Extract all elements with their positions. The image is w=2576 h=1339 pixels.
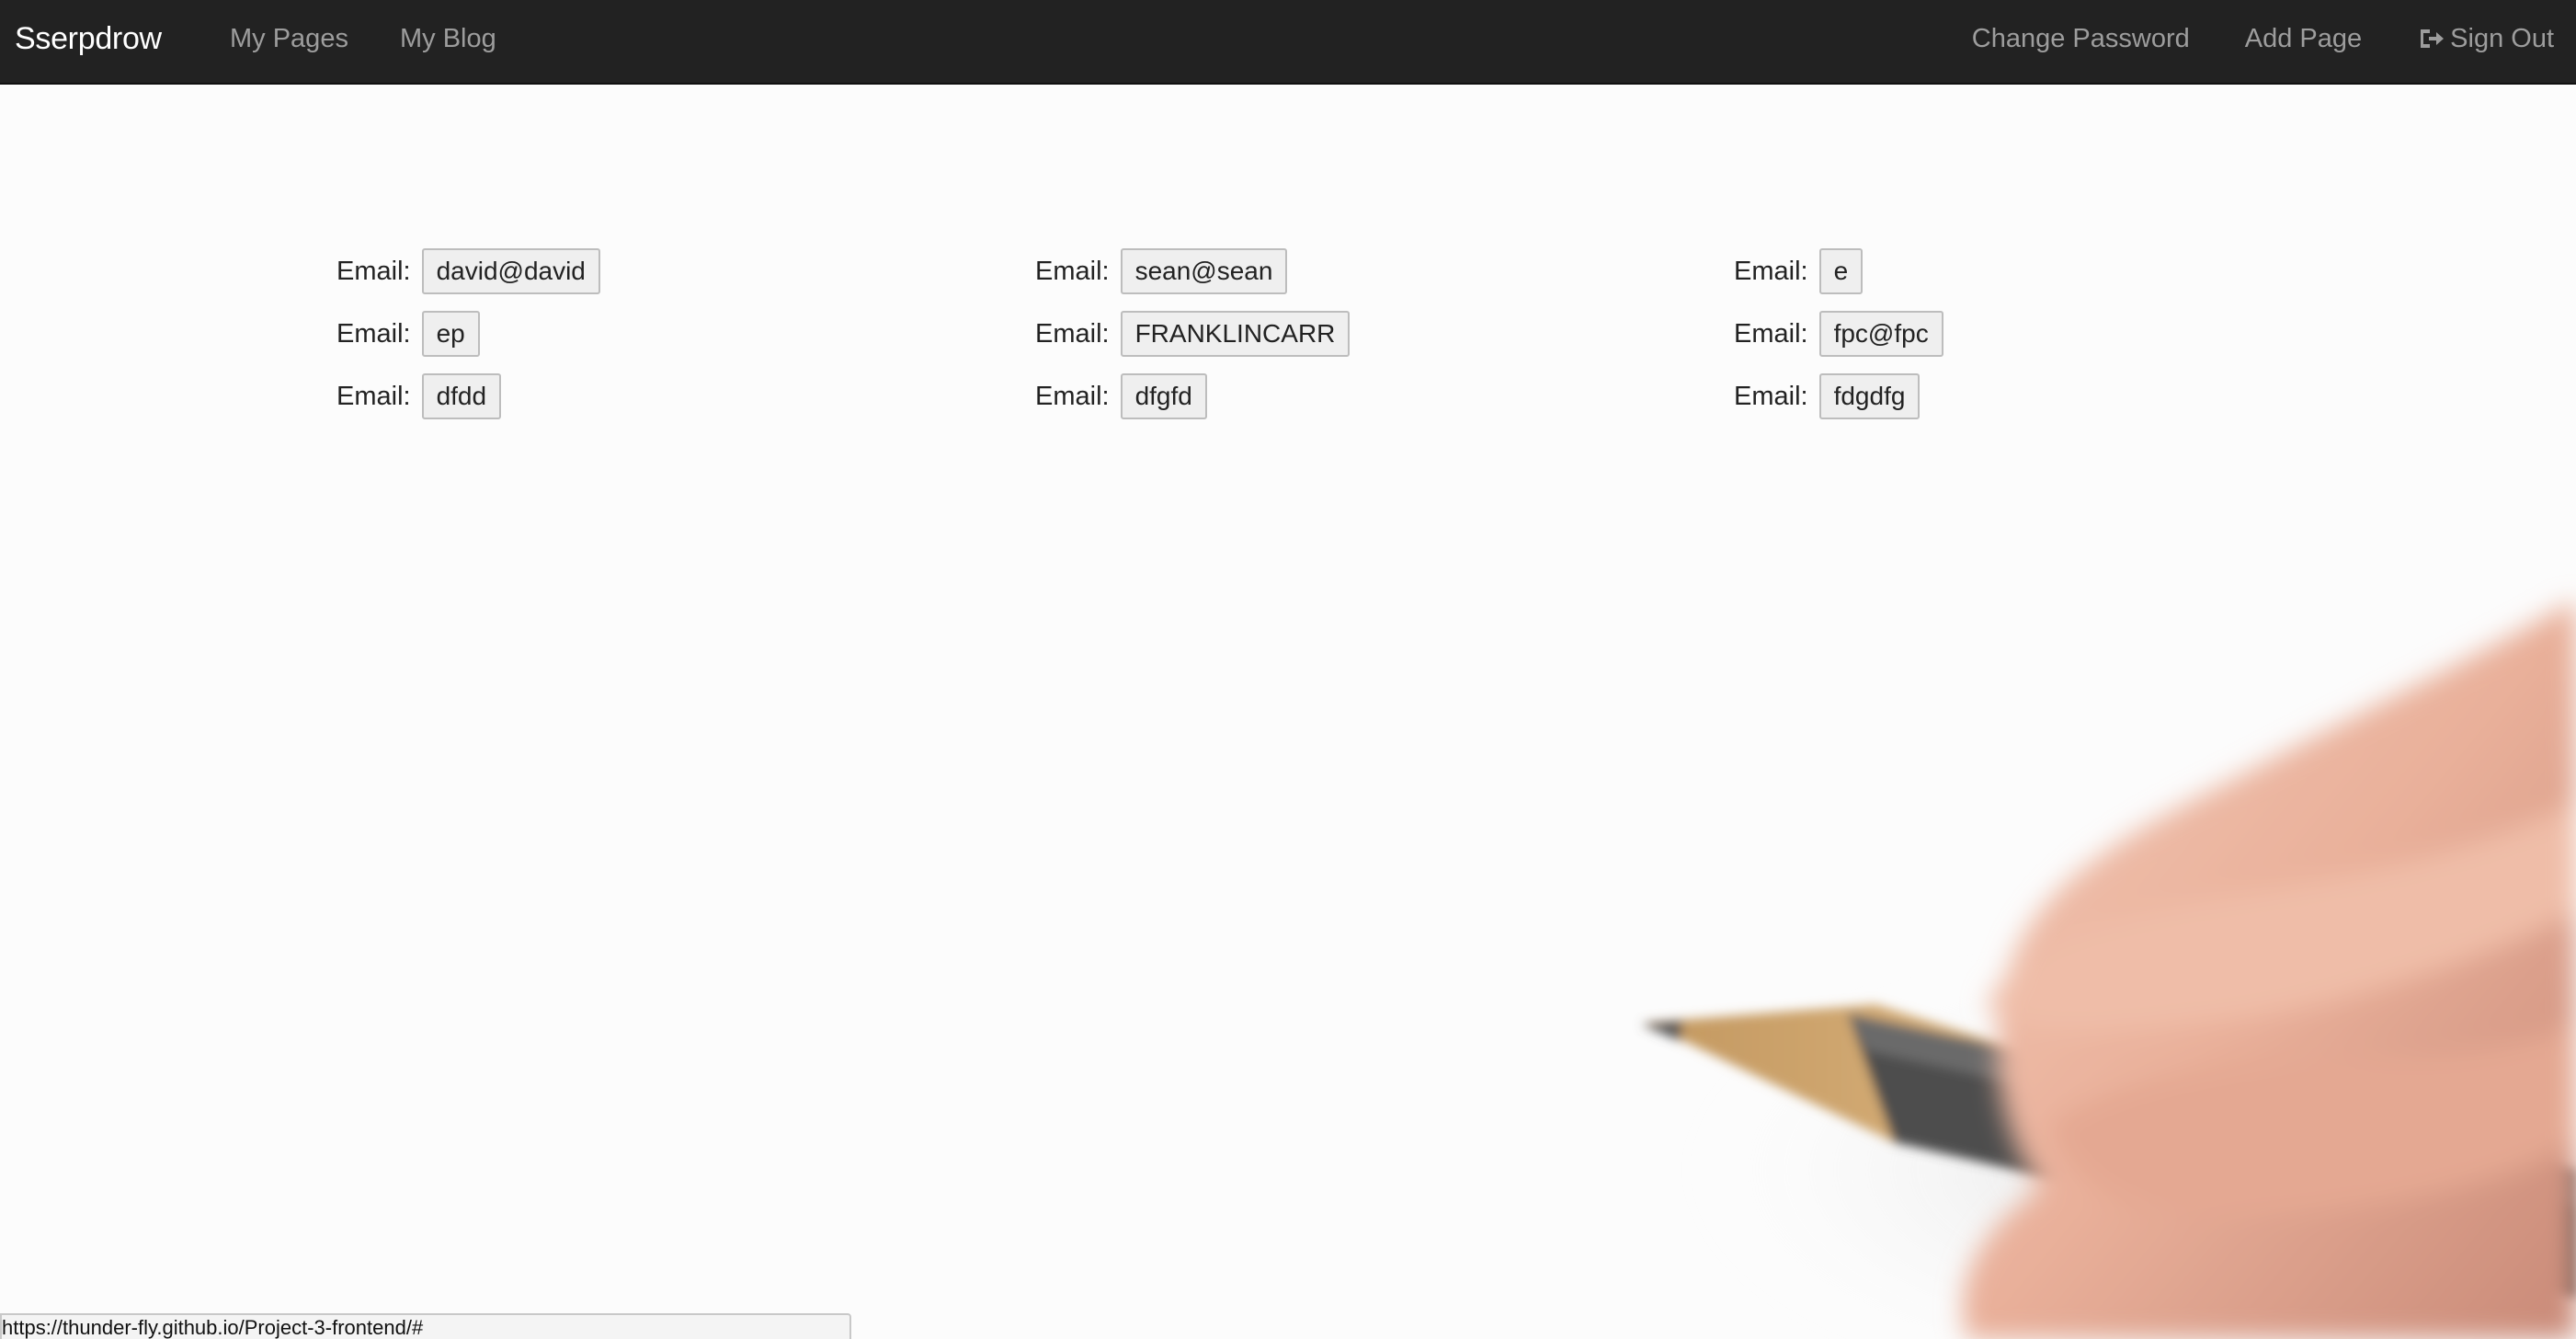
email-entry: Email: fdgdfg: [1734, 373, 1921, 419]
nav-add-page-link[interactable]: Add Page: [2245, 25, 2362, 52]
email-entry: Email: ep: [336, 311, 480, 357]
nav-my-blog-link[interactable]: My Blog: [400, 0, 496, 85]
email-label: Email:: [1035, 381, 1110, 411]
email-value: ep: [421, 311, 480, 357]
email-label: Email:: [1035, 256, 1110, 286]
email-label: Email:: [1734, 381, 1808, 411]
email-label: Email:: [336, 381, 411, 411]
nav-my-pages-link[interactable]: My Pages: [230, 0, 348, 85]
email-value: fpc@fpc: [1818, 311, 1943, 357]
email-value: sean@sean: [1120, 248, 1288, 294]
top-navbar: Sserpdrow My Pages My Blog Change Passwo…: [0, 0, 2576, 85]
log-out-icon: [2421, 29, 2445, 48]
email-value: e: [1818, 248, 1864, 294]
email-value: fdgdfg: [1818, 373, 1921, 419]
nav-sign-out-link[interactable]: Sign Out: [2417, 25, 2554, 52]
email-label: Email:: [336, 318, 411, 349]
email-entry: Email: sean@sean: [1035, 248, 1288, 294]
brand-logo-link[interactable]: Sserpdrow: [15, 0, 162, 85]
email-label: Email:: [1035, 318, 1110, 349]
email-entry: Email: e: [1734, 248, 1864, 294]
email-entry: Email: fpc@fpc: [1734, 311, 1943, 357]
email-label: Email:: [1734, 256, 1808, 286]
email-label: Email:: [336, 256, 411, 286]
navbar-right-group: Change Password Add Page Sign Out: [1972, 0, 2554, 85]
email-value: dfgfd: [1120, 373, 1207, 419]
email-label: Email:: [1734, 318, 1808, 349]
email-value: FRANKLINCARR: [1120, 311, 1351, 357]
email-entry: Email: dfdd: [336, 373, 502, 419]
link-preview-status-bar: https://thunder-fly.github.io/Project-3-…: [0, 1313, 851, 1339]
email-entry: Email: dfgfd: [1035, 373, 1207, 419]
nav-change-password-link[interactable]: Change Password: [1972, 25, 2190, 52]
email-value: dfdd: [421, 373, 502, 419]
email-value: david@david: [421, 248, 600, 294]
email-entry: Email: FRANKLINCARR: [1035, 311, 1351, 357]
sign-out-label: Sign Out: [2450, 23, 2554, 53]
email-entry: Email: david@david: [336, 248, 600, 294]
